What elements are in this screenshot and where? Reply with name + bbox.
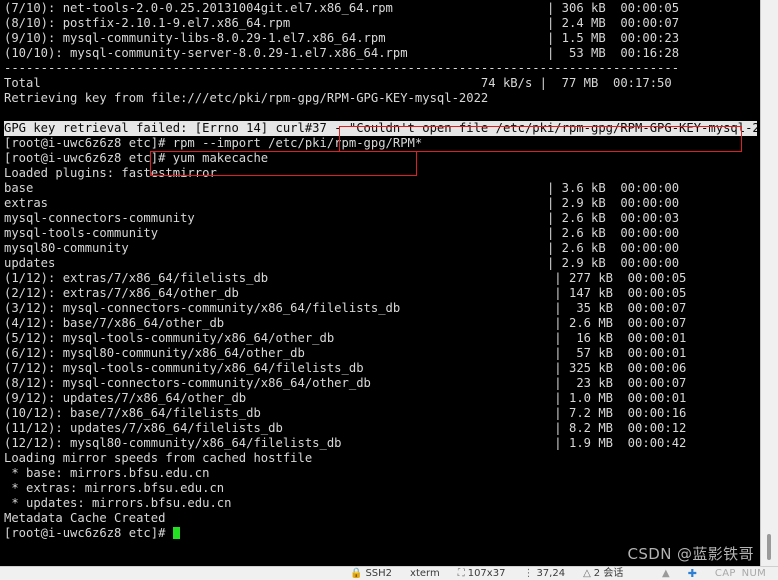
caps-lock-indicator: CAP (714, 568, 736, 579)
terminal-line-text: (5/12): mysql-tools-community/x86_64/oth… (4, 331, 687, 345)
status-terminal-type: xterm (410, 568, 440, 580)
terminal-line-text: extras | 2.9 kB 00:00:00 (4, 196, 680, 210)
terminal-line: * base: mirrors.bfsu.edu.cn (4, 466, 757, 481)
terminal-line-text: base | 3.6 kB 00:00:00 (4, 181, 680, 195)
status-terminal-type-label: xterm (410, 567, 440, 579)
status-sessions-label: 2 会话 (593, 567, 624, 579)
status-cursor-position-label: 37,24 (536, 567, 566, 579)
terminal-line: Loading mirror speeds from cached hostfi… (4, 451, 757, 466)
download-indicator: ✚ (688, 568, 697, 579)
terminal-line-text: (6/12): mysql80-community/x86_64/other_d… (4, 346, 687, 360)
terminal-line: (9/10): mysql-community-libs-8.0.29-1.el… (4, 31, 757, 46)
lock-icon: 🔒 (350, 567, 363, 579)
terminal-line-text: (8/10): postfix-2.10.1-9.el7.x86_64.rpm … (4, 16, 680, 30)
terminal-line-text: (3/12): mysql-connectors-community/x86_6… (4, 301, 687, 315)
terminal-line: mysql-connectors-community | 2.6 kB 00:0… (4, 211, 757, 226)
terminal-line: (8/12): mysql-connectors-community/x86_6… (4, 376, 757, 391)
status-sessions[interactable]: △ 2 会话 (583, 568, 623, 580)
terminal-line-text: Loading mirror speeds from cached hostfi… (4, 451, 313, 465)
terminal-line: mysql-tools-community | 2.6 kB 00:00:00 (4, 226, 757, 241)
terminal-line: (10/12): base/7/x86_64/filelists_db | 7.… (4, 406, 757, 421)
terminal-line: (3/12): mysql-connectors-community/x86_6… (4, 301, 757, 316)
terminal-line-text: updates | 2.9 kB 00:00:00 (4, 256, 680, 270)
terminal-line-text: (2/12): extras/7/x86_64/other_db | 147 k… (4, 286, 687, 300)
terminal-line-text: (7/10): net-tools-2.0-0.25.20131004git.e… (4, 1, 680, 15)
terminal-line: (5/12): mysql-tools-community/x86_64/oth… (4, 331, 757, 346)
download-plus-icon: ✚ (687, 567, 697, 580)
terminal-line-text: * base: mirrors.bfsu.edu.cn (4, 466, 210, 480)
terminal-line: (9/12): updates/7/x86_64/other_db | 1.0 … (4, 391, 757, 406)
terminal-line: ----------------------------------------… (4, 61, 757, 76)
terminal-line-text: ----------------------------------------… (4, 61, 680, 75)
status-protocol: 🔒 SSH2 (350, 568, 392, 580)
terminal-line-text: [root@i-uwc6z6z8 etc]# (4, 526, 173, 540)
terminal-line-text: (9/12): updates/7/x86_64/other_db | 1.0 … (4, 391, 687, 405)
terminal-line: * updates: mirrors.bfsu.edu.cn (4, 496, 757, 511)
terminal-line-text: [root@i-uwc6z6z8 etc]# yum makecache (4, 151, 269, 165)
terminal-line: GPG key retrieval failed: [Errno 14] cur… (4, 121, 757, 136)
terminal-line: Loaded plugins: fastestmirror (4, 166, 757, 181)
cursor-position-icon: ⋮ (523, 567, 534, 579)
status-cursor-position: ⋮ 37,24 (523, 568, 565, 580)
terminal-line: base | 3.6 kB 00:00:00 (4, 181, 757, 196)
terminal-cursor (172, 527, 180, 539)
terminal-line: (11/12): updates/7/x86_64/filelists_db |… (4, 421, 757, 436)
terminal-line-text: (9/10): mysql-community-libs-8.0.29-1.el… (4, 31, 680, 45)
terminal-line-text: Total 74 kB/s | 77 MB 00:17:50 (4, 76, 672, 90)
terminal-line: (2/12): extras/7/x86_64/other_db | 147 k… (4, 286, 757, 301)
terminal-line-text: * updates: mirrors.bfsu.edu.cn (4, 496, 232, 510)
terminal-line-text: (7/12): mysql-tools-community/x86_64/fil… (4, 361, 687, 375)
status-size: ⛶ 107x37 (458, 568, 506, 580)
terminal-line: (8/10): postfix-2.10.1-9.el7.x86_64.rpm … (4, 16, 757, 31)
terminal-line-text: (8/12): mysql-connectors-community/x86_6… (4, 376, 687, 390)
terminal-line: Retrieving key from file:///etc/pki/rpm-… (4, 91, 757, 106)
watermark-text: CSDN @蓝影铁哥 (627, 545, 754, 563)
terminal-line-text: mysql-connectors-community | 2.6 kB 00:0… (4, 211, 680, 225)
terminal-line-text: Loaded plugins: fastestmirror (4, 166, 217, 180)
terminal-output[interactable]: (7/10): net-tools-2.0-0.25.20131004git.e… (0, 0, 757, 566)
terminal-line-text: (10/10): mysql-community-server-8.0.29-1… (4, 46, 680, 60)
terminal-line-text: (1/12): extras/7/x86_64/filelists_db | 2… (4, 271, 687, 285)
terminal-line-text: mysql80-community | 2.6 kB 00:00:00 (4, 241, 680, 255)
terminal-line: (12/12): mysql80-community/x86_64/fileli… (4, 436, 757, 451)
terminal-line: (7/10): net-tools-2.0-0.25.20131004git.e… (4, 1, 757, 16)
terminal-line: updates | 2.9 kB 00:00:00 (4, 256, 757, 271)
terminal-line: [root@i-uwc6z6z8 etc]# yum makecache (4, 151, 757, 166)
terminal-line: (7/12): mysql-tools-community/x86_64/fil… (4, 361, 757, 376)
terminal-line-text: (12/12): mysql80-community/x86_64/fileli… (4, 436, 687, 450)
terminal-line: [root@i-uwc6z6z8 etc]# (4, 526, 757, 541)
status-size-label: 107x37 (467, 567, 506, 579)
upload-indicator: ▲ (661, 567, 670, 579)
terminal-line: [root@i-uwc6z6z8 etc]# rpm --import /etc… (4, 136, 757, 151)
sessions-icon: △ (583, 567, 591, 579)
terminal-line: (4/12): base/7/x86_64/other_db | 2.6 MB … (4, 316, 757, 331)
terminal-line: (1/12): extras/7/x86_64/filelists_db | 2… (4, 271, 757, 286)
terminal-line: * extras: mirrors.bfsu.edu.cn (4, 481, 757, 496)
terminal-scrollbar[interactable] (760, 0, 778, 566)
terminal-line-text: mysql-tools-community | 2.6 kB 00:00:00 (4, 226, 680, 240)
terminal-line-text: (10/12): base/7/x86_64/filelists_db | 7.… (4, 406, 687, 420)
num-lock-indicator: NUM (741, 568, 766, 579)
terminal-line: (6/12): mysql80-community/x86_64/other_d… (4, 346, 757, 361)
terminal-line-text: * extras: mirrors.bfsu.edu.cn (4, 481, 225, 495)
terminal-line: Total 74 kB/s | 77 MB 00:17:50 (4, 76, 757, 91)
terminal-line-selected: GPG key retrieval failed: [Errno 14] cur… (4, 121, 757, 136)
scrollbar-thumb[interactable] (767, 534, 771, 560)
status-bar: 🔒 SSH2 xterm ⛶ 107x37 ⋮ 37,24 △ 2 会话 ▲ ✚… (0, 566, 778, 580)
terminal-line: mysql80-community | 2.6 kB 00:00:00 (4, 241, 757, 256)
status-bar-right: ▲ ✚ CAP NUM (662, 568, 778, 579)
terminal-line: (10/10): mysql-community-server-8.0.29-1… (4, 46, 757, 61)
terminal-line-text: (4/12): base/7/x86_64/other_db | 2.6 MB … (4, 316, 687, 330)
status-protocol-label: SSH2 (365, 567, 393, 579)
terminal-line-text: Metadata Cache Created (4, 511, 166, 525)
terminal-line-text: Retrieving key from file:///etc/pki/rpm-… (4, 91, 489, 105)
terminal-line-text: [root@i-uwc6z6z8 etc]# rpm --import /etc… (4, 136, 423, 150)
terminal-window: (7/10): net-tools-2.0-0.25.20131004git.e… (0, 0, 778, 580)
terminal-line: extras | 2.9 kB 00:00:00 (4, 196, 757, 211)
terminal-line: Metadata Cache Created (4, 511, 757, 526)
upload-triangle-icon: ▲ (661, 567, 670, 579)
terminal-line-text: (11/12): updates/7/x86_64/filelists_db |… (4, 421, 687, 435)
resolution-icon: ⛶ (457, 567, 465, 579)
